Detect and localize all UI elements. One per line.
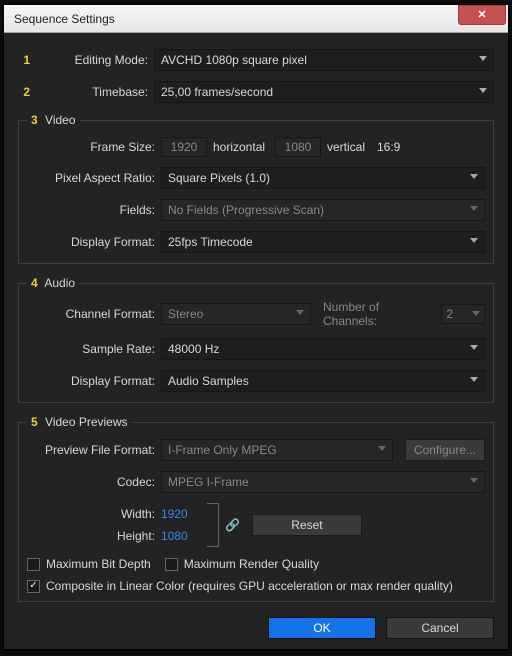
audio-display-format-value: Audio Samples: [168, 374, 249, 388]
reset-button[interactable]: Reset: [252, 514, 362, 536]
audio-display-format-label: Display Format:: [27, 374, 155, 388]
chevron-down-icon: [378, 446, 386, 451]
cancel-button[interactable]: Cancel: [386, 617, 494, 639]
preview-width-field[interactable]: 1920: [161, 507, 197, 521]
max-bit-depth-label: Maximum Bit Depth: [46, 557, 151, 571]
video-previews-group: 5 Video Previews Preview File Format: I-…: [18, 415, 494, 602]
chevron-down-icon: [470, 345, 478, 350]
marker-3: 3: [31, 113, 38, 127]
video-display-format-label: Display Format:: [27, 235, 155, 249]
preview-format-select: I-Frame Only MPEG: [161, 439, 393, 461]
marker-5: 5: [31, 415, 38, 429]
codec-label: Codec:: [27, 475, 155, 489]
close-icon: ✕: [477, 8, 486, 21]
preview-height-label: Height:: [27, 529, 155, 543]
channel-format-value: Stereo: [168, 307, 203, 321]
channel-format-select: Stereo: [161, 303, 311, 325]
codec-select: MPEG I-Frame: [161, 471, 485, 493]
previews-legend: 5 Video Previews: [27, 415, 132, 429]
num-channels-value: 2: [446, 307, 453, 321]
fields-label: Fields:: [27, 203, 155, 217]
composite-linear-checkbox[interactable]: ✓: [27, 580, 40, 593]
fields-select: No Fields (Progressive Scan): [161, 199, 485, 221]
timebase-select[interactable]: 25,00 frames/second: [154, 81, 494, 103]
par-select[interactable]: Square Pixels (1.0): [161, 167, 485, 189]
configure-label: Configure...: [414, 443, 476, 457]
marker-4: 4: [31, 276, 38, 290]
par-value: Square Pixels (1.0): [168, 171, 270, 185]
preview-width-label: Width:: [27, 507, 155, 521]
frame-horizontal-label: horizontal: [213, 140, 269, 154]
preview-height-field[interactable]: 1080: [161, 529, 197, 543]
chevron-down-icon: [472, 311, 480, 316]
chevron-down-icon: [470, 238, 478, 243]
sample-rate-value: 48000 Hz: [168, 342, 219, 356]
sample-rate-label: Sample Rate:: [27, 342, 155, 356]
num-channels-select: 2: [441, 304, 485, 324]
video-display-format-select[interactable]: 25fps Timecode: [161, 231, 485, 253]
frame-size-label: Frame Size:: [27, 140, 155, 154]
editing-mode-label: Editing Mode:: [36, 53, 148, 67]
par-label: Pixel Aspect Ratio:: [27, 171, 155, 185]
max-render-quality-label: Maximum Render Quality: [184, 557, 319, 571]
marker-1: 1: [18, 53, 30, 67]
chevron-down-icon: [470, 377, 478, 382]
cancel-label: Cancel: [421, 621, 458, 635]
max-bit-depth-checkbox[interactable]: [27, 558, 40, 571]
max-render-quality-checkbox[interactable]: [165, 558, 178, 571]
preview-format-value: I-Frame Only MPEG: [168, 443, 277, 457]
frame-height-field: 1080: [275, 137, 321, 157]
audio-legend-label: Audio: [44, 276, 75, 290]
chevron-down-icon: [479, 56, 487, 61]
chevron-down-icon: [479, 88, 487, 93]
frame-width-field: 1920: [161, 137, 207, 157]
video-legend-label: Video: [45, 113, 75, 127]
fields-value: No Fields (Progressive Scan): [168, 203, 324, 217]
preview-format-label: Preview File Format:: [27, 443, 155, 457]
codec-value: MPEG I-Frame: [168, 475, 249, 489]
marker-2: 2: [18, 85, 30, 99]
frame-aspect-label: 16:9: [377, 140, 400, 154]
dialog-footer: OK Cancel: [4, 611, 508, 649]
close-button[interactable]: ✕: [458, 5, 506, 25]
sample-rate-select[interactable]: 48000 Hz: [161, 338, 485, 360]
audio-group: 4 Audio Channel Format: Stereo Number of…: [18, 276, 494, 403]
window-title: Sequence Settings: [14, 12, 115, 26]
link-bracket: 🔗: [207, 503, 246, 547]
frame-vertical-label: vertical: [327, 140, 371, 154]
chevron-down-icon: [470, 478, 478, 483]
video-display-format-value: 25fps Timecode: [168, 235, 253, 249]
configure-button: Configure...: [405, 439, 485, 461]
composite-linear-label: Composite in Linear Color (requires GPU …: [46, 579, 453, 593]
audio-legend: 4 Audio: [27, 276, 79, 290]
chevron-down-icon: [470, 174, 478, 179]
dialog-body: 1 Editing Mode: AVCHD 1080p square pixel…: [4, 33, 508, 611]
video-legend: 3 Video: [27, 113, 80, 127]
reset-label: Reset: [291, 518, 322, 532]
title-bar: Sequence Settings ✕: [4, 5, 508, 33]
previews-legend-label: Video Previews: [45, 415, 128, 429]
num-channels-label: Number of Channels:: [323, 300, 435, 328]
ok-label: OK: [313, 621, 330, 635]
channel-format-label: Channel Format:: [27, 307, 155, 321]
timebase-value: 25,00 frames/second: [161, 85, 273, 99]
sequence-settings-dialog: Sequence Settings ✕ 1 Editing Mode: AVCH…: [3, 4, 509, 650]
chevron-down-icon: [470, 206, 478, 211]
video-group: 3 Video Frame Size: 1920 horizontal 1080…: [18, 113, 494, 264]
link-icon[interactable]: 🔗: [219, 518, 246, 532]
audio-display-format-select[interactable]: Audio Samples: [161, 370, 485, 392]
editing-mode-select[interactable]: AVCHD 1080p square pixel: [154, 49, 494, 71]
ok-button[interactable]: OK: [268, 617, 376, 639]
editing-mode-value: AVCHD 1080p square pixel: [161, 53, 307, 67]
timebase-label: Timebase:: [36, 85, 148, 99]
chevron-down-icon: [296, 310, 304, 315]
